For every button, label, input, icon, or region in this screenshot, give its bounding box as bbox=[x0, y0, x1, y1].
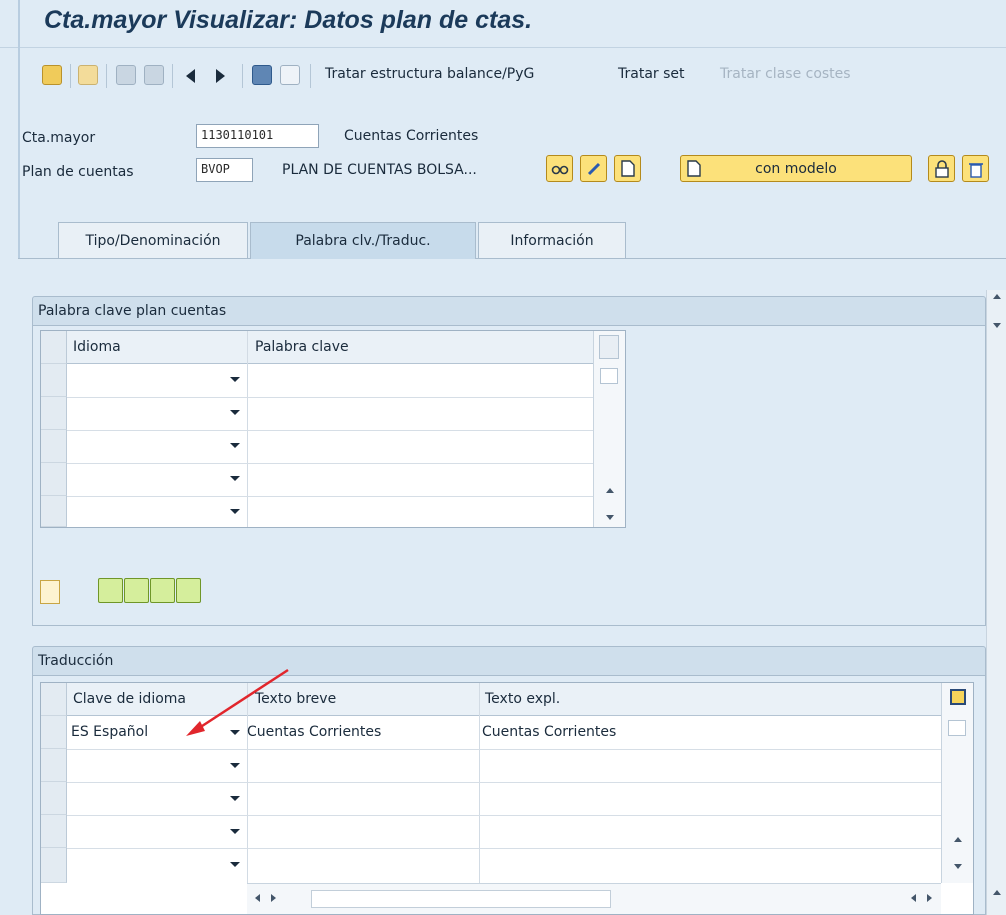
tab-keyword-translation[interactable]: Palabra clv./Traduc. bbox=[250, 222, 476, 259]
annotation-arrow bbox=[186, 668, 289, 736]
annotation-arrow-head bbox=[186, 721, 205, 736]
annotation-arrow-line bbox=[195, 668, 289, 732]
